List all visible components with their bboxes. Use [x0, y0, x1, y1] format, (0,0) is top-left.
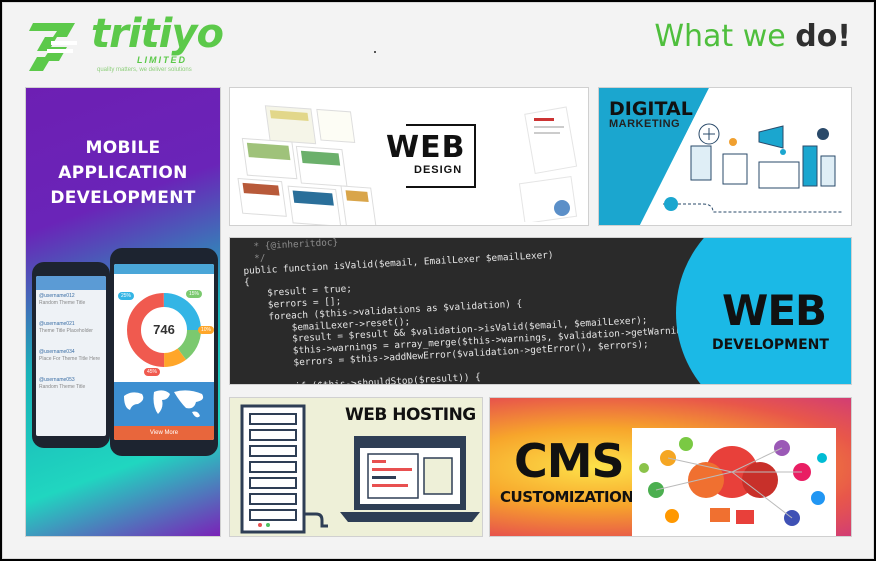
logo-wordmark: tritiyo [91, 11, 224, 57]
world-map-icon [124, 390, 204, 418]
badge-15: 15% [186, 290, 203, 298]
heading-bold: do! [795, 19, 851, 54]
page-heading: What we do! [654, 19, 851, 54]
code-snippet: * {@inheritdoc} */public function isVali… [242, 238, 719, 384]
web-design-title: WEB [384, 130, 468, 165]
phone-front-screen: 746 25% 15% 10% 45% View More [114, 264, 214, 440]
web-design-subtitle: DESIGN [414, 164, 463, 176]
marketing-illustration-icon [663, 123, 843, 213]
heading-prefix: What we [654, 19, 796, 54]
view-more-button[interactable]: View More [114, 426, 214, 440]
item-3: Place For Theme Title Here [39, 356, 101, 362]
page: tritiyo LIMITED quality matters, we deli… [2, 2, 874, 559]
logo-mark-icon [29, 23, 77, 71]
cms-illustration-panel [632, 428, 836, 536]
badge-25: 25% [118, 292, 135, 300]
mobile-title-line1: MOBILE [85, 138, 161, 158]
tile-web-design[interactable]: WEB DESIGN [229, 87, 589, 226]
tile-mobile-app-development[interactable]: MOBILE APPLICATION DEVELOPMENT @username… [25, 87, 221, 537]
brand-logo[interactable]: tritiyo LIMITED quality matters, we deli… [27, 11, 277, 79]
mobile-title-line3: DEVELOPMENT [50, 188, 196, 208]
phone-front: 746 25% 15% 10% 45% View More [110, 248, 218, 456]
item-2: Theme Title Placeholder [39, 328, 93, 334]
tile-cms-customization[interactable]: CMS CUSTOMIZATION [489, 397, 852, 537]
stray-dot [374, 51, 376, 53]
user-1: @username012 [39, 293, 75, 299]
mobile-tile-title: MOBILE APPLICATION DEVELOPMENT [26, 136, 220, 211]
badge-45: 45% [144, 368, 161, 376]
item-1: Random Theme Title [39, 300, 86, 306]
mobile-title-line2: APPLICATION [58, 163, 188, 183]
tile-web-development[interactable]: * {@inheritdoc} */public function isVali… [229, 237, 852, 385]
website-mockups-icon [237, 105, 377, 225]
user-3: @username034 [39, 349, 75, 355]
logo-subtitle: LIMITED [137, 55, 187, 65]
web-dev-subtitle: DEVELOPMENT [712, 337, 829, 353]
phone-back-appbar [36, 276, 106, 290]
web-hosting-title: WEB HOSTING [345, 405, 476, 425]
item-4: Random Theme Title [39, 384, 86, 390]
user-4: @username053 [39, 377, 75, 383]
phone-front-statusbar [114, 264, 214, 274]
cms-title: CMS [514, 434, 625, 488]
tile-digital-marketing[interactable]: DIGITAL MARKETING [598, 87, 852, 226]
badge-10: 10% [198, 326, 214, 334]
cms-subtitle: CUSTOMIZATION [500, 488, 634, 506]
floating-pages-icon [518, 106, 578, 222]
user-2: @username021 [39, 321, 75, 327]
phone-back: @username012 Random Theme Title @usernam… [32, 262, 110, 448]
tile-web-hosting[interactable]: WEB HOSTING [229, 397, 483, 537]
logo-tagline: quality matters, we deliver solutions [97, 67, 192, 73]
cloud-apps-icon [639, 437, 827, 526]
phone-back-screen: @username012 Random Theme Title @usernam… [36, 276, 106, 436]
world-map-panel [114, 382, 214, 426]
laptop-icon [340, 436, 480, 522]
server-rack-icon [240, 404, 328, 534]
web-dev-title: WEB [722, 286, 827, 335]
